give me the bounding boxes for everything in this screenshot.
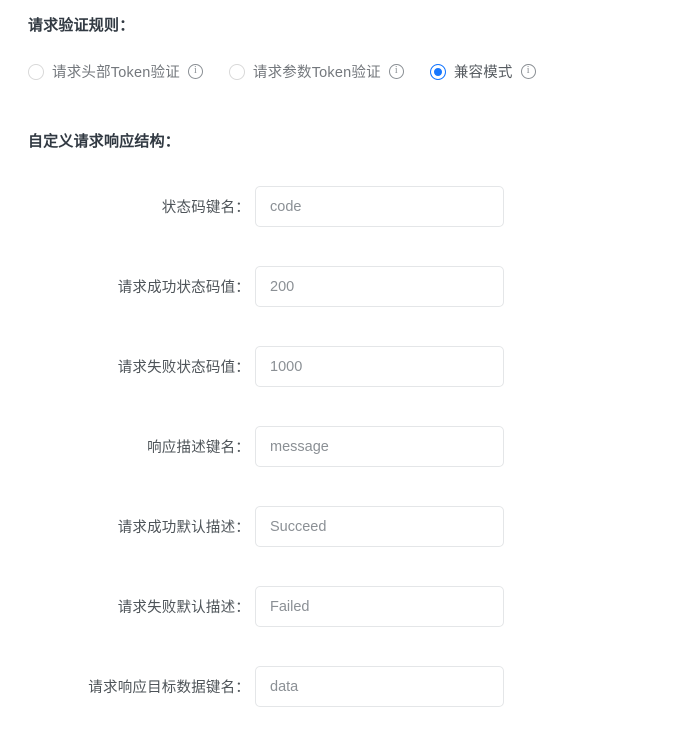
form-row-status-code-key: 状态码键名：	[0, 186, 678, 266]
radio-option-label: 兼容模式	[453, 65, 513, 81]
failure-default-message-input[interactable]	[255, 586, 504, 627]
radio-option-param-token[interactable]: 请求参数Token验证 i	[228, 61, 404, 82]
field-label: 请求成功状态码值：	[117, 280, 250, 296]
response-message-key-input[interactable]	[255, 426, 504, 467]
form-row-response-message-key: 响应描述键名：	[0, 426, 678, 506]
field-label: 请求响应目标数据键名：	[88, 680, 250, 696]
form-row-success-default-message: 请求成功默认描述：	[0, 506, 678, 586]
radio-option-compatible-mode[interactable]: 兼容模式 i	[429, 61, 536, 82]
info-circle-icon[interactable]: i	[388, 64, 404, 79]
field-label: 请求成功默认描述：	[117, 520, 250, 536]
failure-status-code-input[interactable]	[255, 346, 504, 387]
status-code-key-input[interactable]	[255, 186, 504, 227]
field-label: 请求失败默认描述：	[117, 600, 250, 616]
field-label: 状态码键名：	[161, 200, 250, 216]
form-row-failure-status-code: 请求失败状态码值：	[0, 346, 678, 426]
form-row-success-status-code: 请求成功状态码值：	[0, 266, 678, 346]
radio-option-label: 请求参数Token验证	[252, 65, 381, 81]
field-label: 请求失败状态码值：	[117, 360, 250, 376]
settings-page: 请求验证规则： 请求头部Token验证 i 请求参数Token验证 i 兼容模式…	[0, 0, 678, 728]
radio-indicator[interactable]	[228, 63, 245, 80]
custom-response-structure-form: 状态码键名： 请求成功状态码值： 请求失败状态码值： 响应描述键名： 请求成功默…	[0, 186, 678, 746]
info-circle-icon[interactable]: i	[187, 64, 203, 79]
request-validation-rules-radio-group[interactable]: 请求头部Token验证 i 请求参数Token验证 i 兼容模式 i	[28, 61, 536, 82]
radio-indicator[interactable]	[28, 63, 44, 80]
info-circle-icon[interactable]: i	[520, 64, 536, 79]
request-validation-rules-heading: 请求验证规则：	[28, 17, 135, 34]
radio-option-label: 请求头部Token验证	[52, 65, 180, 81]
success-status-code-input[interactable]	[255, 266, 504, 307]
form-row-failure-default-message: 请求失败默认描述：	[0, 586, 678, 666]
form-row-response-data-key: 请求响应目标数据键名：	[0, 666, 678, 746]
radio-option-header-token[interactable]: 请求头部Token验证 i	[28, 61, 203, 82]
success-default-message-input[interactable]	[255, 506, 504, 547]
field-label: 响应描述键名：	[147, 440, 250, 456]
response-data-key-input[interactable]	[255, 666, 504, 707]
custom-response-structure-heading: 自定义请求响应结构：	[28, 133, 181, 150]
radio-indicator[interactable]	[429, 63, 446, 80]
